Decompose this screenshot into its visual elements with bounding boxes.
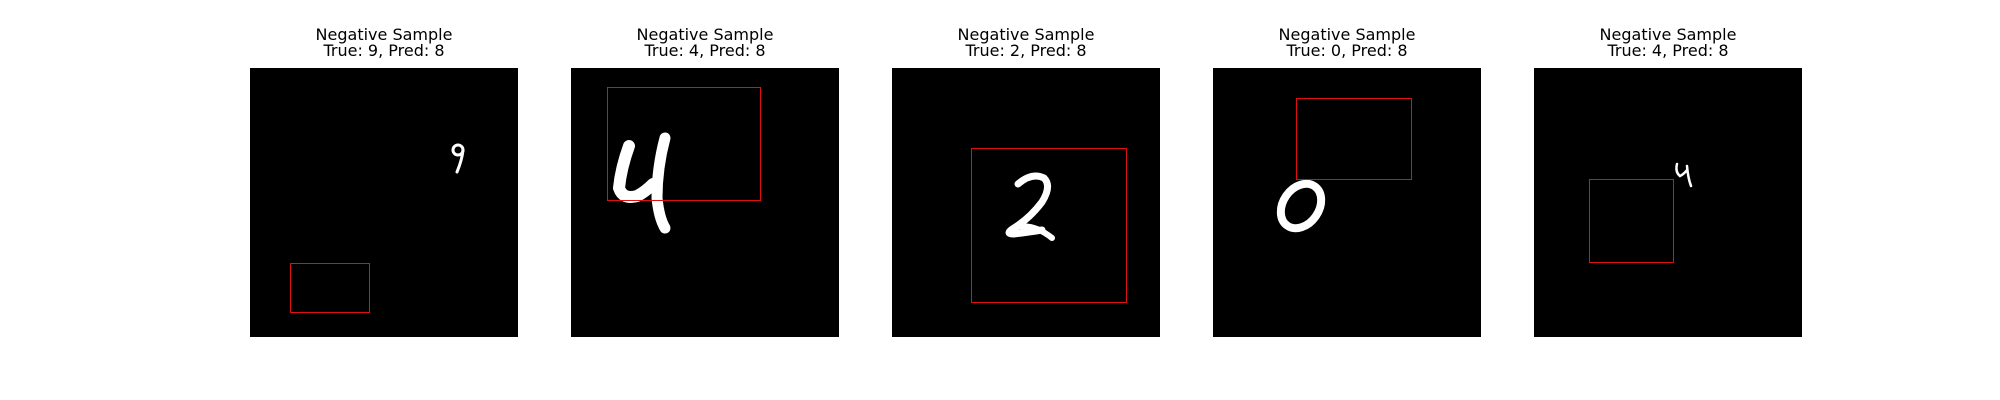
digit-image <box>250 68 518 337</box>
digit-image <box>1534 68 1802 337</box>
digit-image <box>892 68 1160 337</box>
panel-title: Negative Sample True: 0, Pred: 8 <box>1173 27 1521 59</box>
bounding-box <box>607 87 761 201</box>
sample-panel-2: Negative Sample True: 4, Pred: 8 <box>571 0 839 400</box>
bounding-box <box>1589 179 1674 263</box>
bounding-box <box>971 148 1127 303</box>
panel-title: Negative Sample True: 4, Pred: 8 <box>1494 27 1842 59</box>
caption-line: True: 4, Pred: 8 <box>1607 41 1729 60</box>
panel-title: Negative Sample True: 9, Pred: 8 <box>210 27 558 59</box>
caption-line: True: 9, Pred: 8 <box>323 41 445 60</box>
caption-line: True: 2, Pred: 8 <box>965 41 1087 60</box>
caption-line: True: 0, Pred: 8 <box>1286 41 1408 60</box>
sample-panel-3: Negative Sample True: 2, Pred: 8 <box>892 0 1160 400</box>
bounding-box <box>1296 98 1412 180</box>
panel-title: Negative Sample True: 2, Pred: 8 <box>852 27 1200 59</box>
bounding-box <box>290 263 370 313</box>
digit-image <box>1213 68 1481 337</box>
sample-panel-1: Negative Sample True: 9, Pred: 8 <box>250 0 518 400</box>
sample-panel-5: Negative Sample True: 4, Pred: 8 <box>1534 0 1802 400</box>
digit-image <box>571 68 839 337</box>
panel-title: Negative Sample True: 4, Pred: 8 <box>531 27 879 59</box>
caption-line: True: 4, Pred: 8 <box>644 41 766 60</box>
sample-panel-4: Negative Sample True: 0, Pred: 8 <box>1213 0 1481 400</box>
